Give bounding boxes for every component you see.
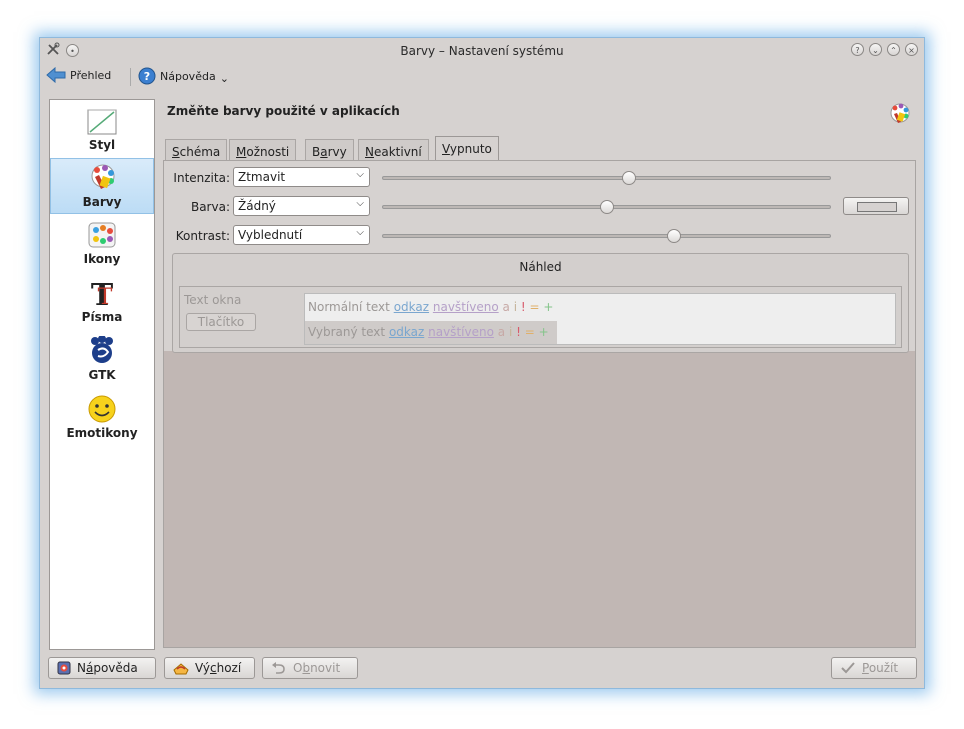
icons-icon: [86, 220, 118, 250]
maximize-icon[interactable]: ⌃: [887, 43, 900, 56]
sidebar-item-style[interactable]: Styl: [50, 102, 154, 158]
defaults-icon: [173, 663, 189, 675]
intensity-slider-track[interactable]: [382, 176, 831, 180]
back-button[interactable]: Přehled: [46, 67, 111, 83]
contrast-slider-track[interactable]: [382, 234, 831, 238]
sidebar-item-label: Emotikony: [66, 426, 138, 440]
sidebar-item-fonts[interactable]: TT Písma: [50, 274, 154, 330]
color-label: Barva:: [190, 200, 230, 214]
window-text-sample: Text okna: [184, 293, 242, 307]
contrast-combo[interactable]: Vyblednutí ⌵: [233, 225, 370, 245]
sidebar-item-label: Styl: [88, 138, 116, 152]
normal-text-line: Normální text odkaz navštíveno a i ! = +: [308, 300, 554, 314]
tab-inactive[interactable]: Neaktivní: [358, 139, 429, 160]
undo-icon: [272, 662, 285, 674]
reset-button[interactable]: Obnovit: [262, 657, 358, 679]
svg-text:T: T: [98, 285, 113, 308]
back-label: Přehled: [70, 68, 112, 82]
tab-options[interactable]: Možnosti: [229, 139, 297, 160]
chevron-down-icon: ⌵: [356, 198, 364, 209]
tab-colors[interactable]: Barvy: [305, 139, 354, 160]
window-title: Barvy – Nastavení systému: [400, 44, 564, 58]
sidebar-item-gtk[interactable]: GTK: [50, 332, 154, 388]
help-book-icon: [57, 661, 71, 675]
category-sidebar: Styl Barvy Ikony TT Písma GTK Emotikony: [49, 99, 155, 650]
sidebar-item-icons[interactable]: Ikony: [50, 216, 154, 272]
toolbar: Přehled ? Nápověda ⌄: [40, 64, 924, 90]
tab-scheme[interactable]: Schéma: [165, 139, 228, 160]
gtk-icon: [86, 335, 118, 366]
settings-window: • Barvy – Nastavení systému ? ⌄ ⌃ × Přeh…: [39, 37, 925, 689]
svg-text:?: ?: [144, 70, 150, 83]
defaults-button[interactable]: Výchozí: [164, 657, 255, 679]
color-combo[interactable]: Žádný ⌵: [233, 196, 370, 216]
sidebar-item-emoticons[interactable]: Emotikony: [50, 390, 154, 446]
help-icon[interactable]: ?: [851, 43, 864, 56]
chevron-down-icon: ⌵: [356, 227, 364, 238]
style-icon: [86, 106, 118, 136]
colors-icon: [888, 102, 912, 126]
colors-icon: [87, 163, 119, 193]
preview-button: Tlačítko: [186, 313, 256, 331]
chevron-down-icon: ⌵: [356, 169, 364, 180]
preview-title: Náhled: [519, 260, 562, 274]
intensity-slider-handle[interactable]: [621, 171, 636, 185]
intensity-label: Intenzita:: [173, 171, 230, 185]
intensity-combo[interactable]: Ztmavit ⌵: [233, 167, 370, 187]
minimize-icon[interactable]: ⌄: [869, 43, 882, 56]
apply-button[interactable]: Použít: [831, 657, 917, 679]
tab-panel-disabled: Intenzita: Ztmavit ⌵ Barva: Žádný ⌵ Kont…: [163, 160, 916, 648]
preview-frame: Text okna Tlačítko Normální text odkaz n…: [179, 286, 902, 348]
contrast-slider-handle[interactable]: [666, 229, 681, 243]
help-circle-icon: ?: [138, 67, 156, 85]
sidebar-item-label: GTK: [88, 368, 116, 382]
sidebar-item-label: Barvy: [82, 195, 122, 209]
selected-text-line: Vybraný text odkaz navštíveno a i ! = +: [308, 325, 549, 339]
preview-group: Náhled Text okna Tlačítko Normální text …: [172, 253, 909, 353]
color-slider-handle[interactable]: [599, 200, 614, 214]
sidebar-item-colors[interactable]: Barvy: [50, 158, 154, 214]
help-label: Nápověda: [160, 69, 216, 83]
settings-area: Intenzita: Ztmavit ⌵ Barva: Žádný ⌵ Kont…: [164, 161, 915, 353]
color-picker-button[interactable]: [843, 197, 909, 215]
page-title: Změňte barvy použité v aplikacích: [167, 104, 400, 118]
close-icon[interactable]: ×: [905, 43, 918, 56]
help-menu-button[interactable]: ? Nápověda ⌄: [138, 67, 229, 85]
sidebar-item-label: Ikony: [83, 252, 121, 266]
preview-view: Normální text odkaz navštíveno a i ! = +…: [304, 293, 896, 345]
tab-disabled[interactable]: Vypnuto: [435, 136, 499, 160]
chevron-down-icon: ⌄: [219, 71, 229, 85]
back-arrow-icon: [46, 67, 66, 83]
emoticons-icon: [86, 394, 118, 424]
check-icon: [841, 662, 855, 674]
contrast-label: Kontrast:: [175, 229, 230, 243]
title-bar: • Barvy – Nastavení systému ? ⌄ ⌃ ×: [40, 38, 924, 64]
fonts-icon: TT: [86, 278, 118, 313]
sidebar-item-label: Písma: [81, 310, 123, 324]
toolbar-separator: [130, 68, 131, 86]
help-button[interactable]: Nápověda: [48, 657, 156, 679]
color-swatch: [857, 202, 897, 212]
